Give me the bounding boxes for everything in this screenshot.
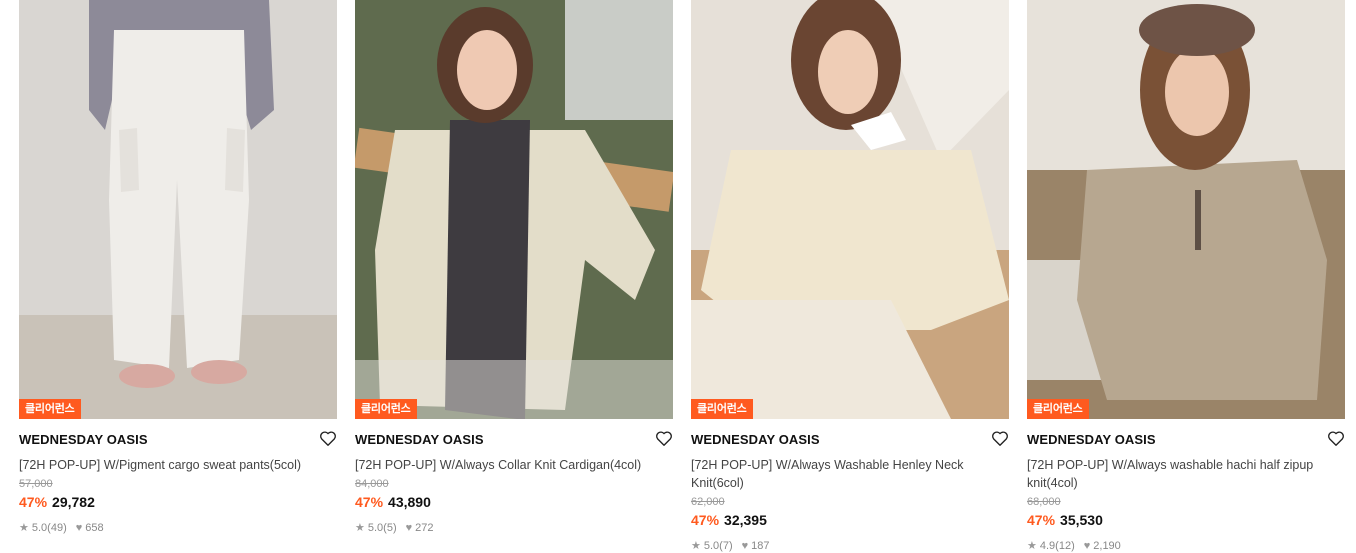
star-icon: ★ — [1027, 540, 1037, 552]
brand-name[interactable]: WEDNESDAY OASIS — [355, 431, 673, 449]
like-count: 658 — [85, 522, 104, 534]
product-photo — [691, 0, 1009, 419]
product-photo — [355, 0, 673, 419]
discount-rate: 47% — [1027, 512, 1056, 528]
price-row: 47% 35,530 — [1027, 511, 1345, 529]
product-image[interactable]: 클리어런스 — [355, 0, 673, 419]
heart-outline-icon[interactable] — [655, 430, 673, 447]
review-count: (7) — [719, 540, 733, 552]
heart-filled-icon: ♥ — [741, 540, 749, 552]
discount-rate: 47% — [355, 494, 384, 510]
heart-outline-icon[interactable] — [1327, 430, 1345, 447]
clearance-badge: 클리어런스 — [355, 399, 417, 419]
product-name[interactable]: [72H POP-UP] W/Pigment cargo sweat pants… — [19, 456, 337, 474]
clearance-badge: 클리어런스 — [1027, 399, 1089, 419]
product-stats: ★ 5.0 (49) ♥ 658 — [19, 521, 337, 535]
like-count: 272 — [415, 522, 434, 534]
product-name[interactable]: [72H POP-UP] W/Always washable hachi hal… — [1027, 456, 1345, 492]
product-image[interactable]: 클리어런스 — [691, 0, 1009, 419]
review-count: (5) — [383, 522, 397, 534]
product-stats: ★ 4.9 (12) ♥ 2,190 — [1027, 539, 1345, 553]
sale-price: 29,782 — [52, 494, 95, 510]
original-price: 68,000 — [1027, 496, 1061, 508]
product-card[interactable]: 클리어런스 WEDNESDAY OASIS [72H POP-UP] W/Alw… — [691, 0, 1009, 553]
product-card[interactable]: 클리어런스 WEDNESDAY OASIS [72H POP-UP] W/Alw… — [1027, 0, 1345, 553]
review-count: (12) — [1055, 540, 1075, 552]
review-count: (49) — [47, 522, 67, 534]
discount-rate: 47% — [691, 512, 720, 528]
original-price: 62,000 — [691, 496, 725, 508]
original-price: 84,000 — [355, 478, 389, 490]
sale-price: 35,530 — [1060, 512, 1103, 528]
heart-filled-icon: ♥ — [405, 522, 413, 534]
product-name[interactable]: [72H POP-UP] W/Always Collar Knit Cardig… — [355, 456, 673, 474]
brand-name[interactable]: WEDNESDAY OASIS — [19, 431, 337, 449]
like-count: 187 — [751, 540, 770, 552]
product-photo — [19, 0, 337, 419]
star-icon: ★ — [691, 540, 701, 552]
clearance-badge: 클리어런스 — [691, 399, 753, 419]
sale-price: 32,395 — [724, 512, 767, 528]
product-card[interactable]: 클리어런스 WEDNESDAY OASIS [72H POP-UP] W/Alw… — [355, 0, 673, 535]
heart-outline-icon[interactable] — [319, 430, 337, 447]
product-image[interactable]: 클리어런스 — [1027, 0, 1345, 419]
heart-outline-icon[interactable] — [991, 430, 1009, 447]
price-row: 47% 32,395 — [691, 511, 1009, 529]
rating-value: 5.0 — [367, 522, 384, 534]
product-card[interactable]: 클리어런스 WEDNESDAY OASIS [72H POP-UP] W/Pig… — [19, 0, 337, 535]
heart-filled-icon: ♥ — [1083, 540, 1091, 552]
brand-name[interactable]: WEDNESDAY OASIS — [691, 431, 1009, 449]
product-photo — [1027, 0, 1345, 419]
like-count: 2,190 — [1093, 540, 1121, 552]
price-row: 47% 29,782 — [19, 493, 337, 511]
product-name[interactable]: [72H POP-UP] W/Always Washable Henley Ne… — [691, 456, 1009, 492]
star-icon: ★ — [19, 522, 29, 534]
price-row: 47% 43,890 — [355, 493, 673, 511]
star-icon: ★ — [355, 522, 365, 534]
rating-value: 5.0 — [31, 522, 48, 534]
rating-value: 5.0 — [703, 540, 720, 552]
clearance-badge: 클리어런스 — [19, 399, 81, 419]
rating-value: 4.9 — [1039, 540, 1056, 552]
sale-price: 43,890 — [388, 494, 431, 510]
product-grid: 클리어런스 WEDNESDAY OASIS [72H POP-UP] W/Pig… — [0, 0, 1356, 553]
heart-filled-icon: ♥ — [75, 522, 83, 534]
product-image[interactable]: 클리어런스 — [19, 0, 337, 419]
original-price: 57,000 — [19, 478, 53, 490]
discount-rate: 47% — [19, 494, 48, 510]
product-stats: ★ 5.0 (7) ♥ 187 — [691, 539, 1009, 553]
product-stats: ★ 5.0 (5) ♥ 272 — [355, 521, 673, 535]
brand-name[interactable]: WEDNESDAY OASIS — [1027, 431, 1345, 449]
